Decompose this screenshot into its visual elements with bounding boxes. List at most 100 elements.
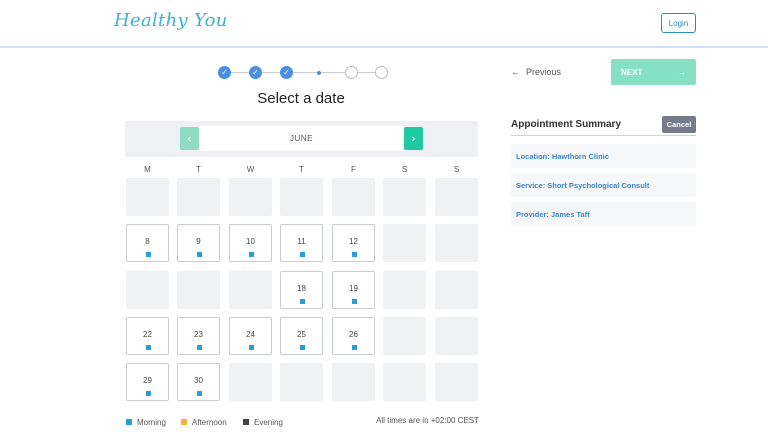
page-title: Select a date bbox=[257, 90, 345, 107]
calendar-day-19[interactable]: 19 bbox=[332, 271, 375, 309]
calendar-empty-cell bbox=[383, 271, 426, 309]
previous-label: Previous bbox=[526, 67, 562, 77]
calendar-day-18[interactable]: 18 bbox=[280, 271, 323, 309]
day-number: 10 bbox=[246, 237, 255, 246]
summary-title: Appointment Summary bbox=[511, 119, 622, 130]
calendar-empty-cell bbox=[332, 178, 375, 216]
calendar-empty-cell bbox=[435, 178, 478, 216]
calendar-day-22[interactable]: 22 bbox=[126, 317, 169, 355]
month-label: JUNE bbox=[290, 134, 313, 143]
calendar-empty-cell bbox=[435, 271, 478, 309]
calendar-day-26[interactable]: 26 bbox=[332, 317, 375, 355]
legend-afternoon-label: Afternoon bbox=[192, 417, 227, 427]
afternoon-swatch bbox=[181, 419, 187, 425]
next-month-button[interactable]: › bbox=[404, 127, 423, 150]
morning-slot-indicator bbox=[249, 252, 254, 257]
step-4-current-dot bbox=[317, 71, 321, 75]
top-header: Healthy You Login bbox=[0, 0, 768, 48]
timezone-note: All times are in +02:00 CEST bbox=[376, 416, 479, 425]
calendar-empty-cell bbox=[383, 317, 426, 355]
calendar-day-11[interactable]: 11 bbox=[280, 224, 323, 262]
step-1-complete-check-icon: ✓ bbox=[218, 66, 231, 79]
stepper-line bbox=[358, 72, 376, 73]
calendar-empty-cell bbox=[177, 178, 220, 216]
calendar-day-10[interactable]: 10 bbox=[229, 224, 272, 262]
stepper-line bbox=[321, 72, 345, 73]
morning-slot-indicator bbox=[352, 299, 357, 304]
calendar-day-30[interactable]: 30 bbox=[177, 363, 220, 401]
day-number: 22 bbox=[143, 330, 152, 339]
weekday-monday: M bbox=[144, 165, 151, 174]
stepper-line bbox=[231, 72, 249, 73]
calendar-empty-cell bbox=[126, 271, 169, 309]
morning-slot-indicator bbox=[146, 391, 151, 396]
summary-divider bbox=[511, 135, 696, 136]
calendar-day-29[interactable]: 29 bbox=[126, 363, 169, 401]
calendar-empty-cell bbox=[126, 178, 169, 216]
morning-slot-indicator bbox=[352, 252, 357, 257]
morning-swatch bbox=[126, 419, 132, 425]
day-number: 29 bbox=[143, 376, 152, 385]
morning-slot-indicator bbox=[300, 252, 305, 257]
morning-slot-indicator bbox=[352, 345, 357, 350]
step-5-pending bbox=[345, 66, 358, 79]
arrow-left-icon: ← bbox=[511, 67, 520, 77]
calendar-empty-cell bbox=[383, 224, 426, 262]
calendar-day-25[interactable]: 25 bbox=[280, 317, 323, 355]
calendar-day-12[interactable]: 12 bbox=[332, 224, 375, 262]
calendar-day-24[interactable]: 24 bbox=[229, 317, 272, 355]
legend-evening-label: Evening bbox=[254, 417, 283, 427]
summary-location: Location: Hawthorn Clinic bbox=[511, 144, 696, 168]
previous-button[interactable]: ← Previous bbox=[511, 67, 561, 77]
morning-slot-indicator bbox=[300, 345, 305, 350]
weekday-saturday: S bbox=[401, 165, 408, 174]
calendar-day-9[interactable]: 9 bbox=[177, 224, 220, 262]
weekday-sunday: S bbox=[453, 165, 460, 174]
calendar-empty-cell bbox=[229, 178, 272, 216]
weekday-friday: F bbox=[351, 165, 356, 174]
calendar-empty-cell bbox=[229, 363, 272, 401]
morning-slot-indicator bbox=[300, 299, 305, 304]
calendar-empty-cell bbox=[383, 363, 426, 401]
morning-slot-indicator bbox=[146, 345, 151, 350]
summary-service: Service: Short Psychological Consult bbox=[511, 173, 696, 197]
calendar-empty-cell bbox=[229, 271, 272, 309]
calendar-empty-cell bbox=[383, 178, 426, 216]
prev-month-button[interactable]: ‹ bbox=[180, 127, 199, 150]
calendar-empty-cell bbox=[280, 363, 323, 401]
morning-slot-indicator bbox=[197, 345, 202, 350]
progress-stepper: ✓ ✓ ✓ bbox=[218, 66, 388, 80]
day-number: 23 bbox=[194, 330, 203, 339]
stepper-line bbox=[262, 72, 280, 73]
legend-morning-label: Morning bbox=[137, 417, 166, 427]
day-number: 19 bbox=[349, 284, 358, 293]
weekday-tuesday: T bbox=[196, 165, 201, 174]
calendar-empty-cell bbox=[435, 363, 478, 401]
day-number: 12 bbox=[349, 237, 358, 246]
day-number: 9 bbox=[196, 237, 201, 246]
day-number: 8 bbox=[145, 237, 150, 246]
calendar-empty-cell bbox=[177, 271, 220, 309]
calendar-empty-cell bbox=[280, 178, 323, 216]
calendar-empty-cell bbox=[332, 363, 375, 401]
step-3-complete-check-icon: ✓ bbox=[280, 66, 293, 79]
next-button[interactable]: NEXT → bbox=[611, 59, 696, 85]
legend-afternoon: Afternoon bbox=[181, 417, 227, 427]
weekday-wednesday: W bbox=[246, 165, 255, 174]
day-number: 18 bbox=[297, 284, 306, 293]
calendar-day-23[interactable]: 23 bbox=[177, 317, 220, 355]
morning-slot-indicator bbox=[197, 391, 202, 396]
step-2-complete-check-icon: ✓ bbox=[249, 66, 262, 79]
legend-morning: Morning bbox=[126, 417, 166, 427]
day-number: 11 bbox=[297, 237, 306, 246]
calendar-day-8[interactable]: 8 bbox=[126, 224, 169, 262]
cancel-button[interactable]: Cancel bbox=[662, 116, 696, 133]
step-6-pending bbox=[375, 66, 388, 79]
month-selector: JUNE ‹ › bbox=[125, 121, 478, 157]
day-number: 25 bbox=[297, 330, 306, 339]
login-button[interactable]: Login bbox=[661, 13, 696, 33]
morning-slot-indicator bbox=[249, 345, 254, 350]
calendar-empty-cell bbox=[435, 317, 478, 355]
legend-evening: Evening bbox=[243, 417, 283, 427]
brand-logo[interactable]: Healthy You bbox=[114, 10, 228, 31]
